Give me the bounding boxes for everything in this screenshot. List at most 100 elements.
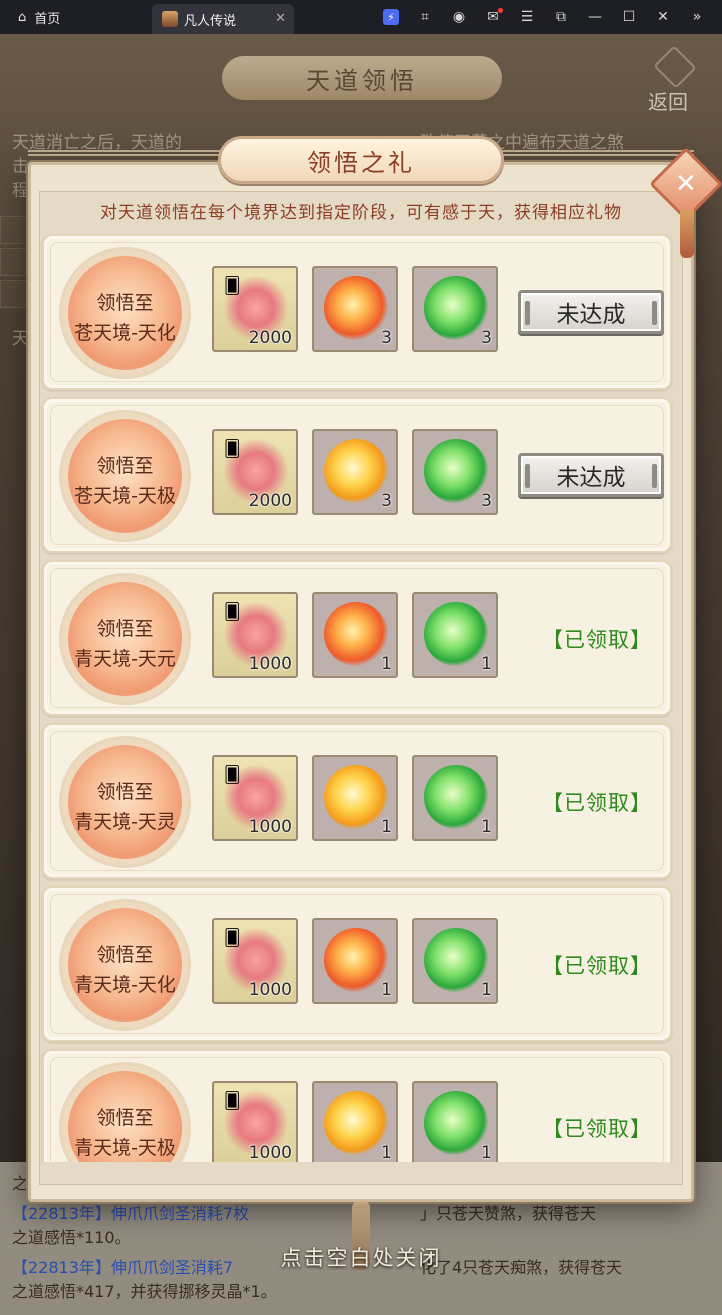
item-quantity: 1 [481,654,492,674]
close-icon[interactable]: ✕ [646,0,680,34]
reward-item-green[interactable]: 3 [412,429,498,515]
minimize-icon[interactable]: — [578,0,612,34]
medal-line-1: 领悟至 [96,455,154,477]
back-arrow-icon[interactable] [653,45,697,89]
item-quantity: 3 [481,328,492,348]
modal-title-banner: 领悟之礼 [218,136,504,184]
reward-item-fire[interactable]: 1 [312,918,398,1004]
reward-row: 领悟至青天境-天元 1000 1 1 【已领取】 [42,560,672,716]
log-line: 之 [12,1174,29,1193]
maximize-icon[interactable]: ☐ [612,0,646,34]
item-quantity: 1 [481,980,492,1000]
menu-icon[interactable]: ☰ [510,0,544,34]
item-quantity: 3 [381,491,392,511]
game-tab-title: 凡人传说 [184,13,237,29]
bg-side-letter: 天 [12,329,29,349]
reward-item-gold[interactable]: 3 [312,429,398,515]
reward-row: 领悟至青天境-天极 1000 1 1 【已领取】 [42,1049,672,1162]
user-icon[interactable]: ◉ [442,0,476,34]
realm-medal: 领悟至 苍天境-天极 [68,419,182,533]
bg-back-label[interactable]: 返回 [648,86,688,115]
medal-line-1: 领悟至 [96,618,154,640]
tab-close-icon[interactable]: ✕ [275,11,286,26]
green-item-icon [424,439,488,503]
realm-medal: 领悟至苍天境-天化 [68,256,182,370]
reward-item-green[interactable]: 1 [412,918,498,1004]
green-item-icon [424,602,488,666]
bg-text-line: 程 [12,181,29,201]
item-quantity: 1000 [248,1143,292,1162]
item-quantity: 1000 [248,817,292,837]
gamepad-icon[interactable]: ⌗ [408,0,442,34]
reward-item-scroll[interactable]: 1000 [212,755,298,841]
external-icon[interactable]: ⧉ [544,0,578,34]
green-item-icon [424,276,488,340]
close-hint[interactable]: 点击空白处关闭 [0,1242,722,1272]
log-line-right: 」只苍天赞煞，获得苍天 [420,1204,597,1223]
claimed-label: 【已领取】 [542,1117,652,1141]
bg-page-title: 天道领悟 [222,56,502,100]
reward-item-green[interactable]: 1 [412,592,498,678]
not-achieved-button[interactable]: 未达成 [518,453,664,497]
claimed-label: 【已领取】 [542,628,652,652]
home-tab-label: 首页 [34,11,61,27]
item-quantity: 1 [381,980,392,1000]
notification-dot [498,8,503,13]
close-x-icon: ✕ [675,168,697,199]
reward-item-scroll[interactable]: 1000 [212,592,298,678]
reward-item-fire[interactable]: 1 [312,592,398,678]
fire-item-icon [324,928,388,992]
item-quantity: 3 [381,328,392,348]
medal-line-1: 领悟至 [96,292,154,314]
game-tab[interactable]: 凡人传说 ✕ [152,4,294,34]
gold-item-icon [324,1091,388,1155]
reward-item-scroll[interactable]: 2000 [212,429,298,515]
browser-top-bar: ⌂ 首页 凡人传说 ✕ ⚡ ⌗ ◉ ✉ ☰ ⧉ — ☐ ✕ » [0,0,722,34]
reward-item-green[interactable]: 3 [412,266,498,352]
gold-item-icon [324,439,388,503]
title-ornament-left [28,150,228,156]
reward-item-gold[interactable]: 1 [312,755,398,841]
reward-row: 领悟至青天境-天灵 1000 1 1 【已领取】 [42,723,672,879]
reward-item-fire[interactable]: 3 [312,266,398,352]
bolt-icon[interactable]: ⚡ [374,0,408,34]
reward-item-gold[interactable]: 1 [312,1081,398,1162]
not-achieved-button[interactable]: 未达成 [518,290,664,334]
expand-icon[interactable]: » [680,0,714,34]
reward-row: 领悟至青天境-天化 1000 1 1 【已领取】 [42,886,672,1042]
reward-item-scroll[interactable]: 1000 [212,1081,298,1162]
home-tab[interactable]: ⌂ 首页 [0,0,76,34]
reward-item-green[interactable]: 1 [412,1081,498,1162]
item-quantity: 1 [381,1143,392,1162]
item-quantity: 2000 [248,328,292,348]
green-item-icon [424,1091,488,1155]
modal-subtitle: 对天道领悟在每个境界达到指定阶段，可有感于天，获得相应礼物 [100,203,622,223]
bg-text-line: 击 [12,157,29,177]
item-quantity: 1 [481,817,492,837]
log-line: 【22813年】伸爪爪剑圣消耗7枚 [12,1204,250,1223]
medal-line-2: 青天境-天元 [74,648,176,670]
reward-list[interactable]: 领悟至苍天境-天化200033未达成领悟至苍天境-天极200033未达成领悟至青… [40,232,674,1162]
title-ornament-right [494,150,694,156]
medal-line-2: 青天境-天化 [74,974,176,996]
tassel-decoration [680,210,694,258]
bg-side-button [0,216,30,244]
realm-medal: 领悟至青天境-天元 [68,582,182,696]
reward-row: 领悟至苍天境-天化 2000 3 3 未达成 [42,234,672,390]
green-item-icon [424,765,488,829]
bg-side-button [0,248,30,276]
realm-medal: 领悟至青天境-天化 [68,908,182,1022]
claimed-label: 【已领取】 [542,954,652,978]
green-item-icon [424,928,488,992]
medal-line-2: 苍天境-天化 [74,322,176,344]
item-quantity: 3 [481,491,492,511]
mail-icon[interactable]: ✉ [476,0,510,34]
item-quantity: 1 [481,1143,492,1162]
item-quantity: 1 [381,817,392,837]
reward-item-scroll[interactable]: 2000 [212,266,298,352]
medal-line-1: 领悟至 [96,944,154,966]
realm-medal: 领悟至 青天境-天灵 [68,745,182,859]
log-line: 之道感悟*417，并获得挪移灵晶*1。 [12,1282,277,1301]
reward-item-scroll[interactable]: 1000 [212,918,298,1004]
reward-item-green[interactable]: 1 [412,755,498,841]
